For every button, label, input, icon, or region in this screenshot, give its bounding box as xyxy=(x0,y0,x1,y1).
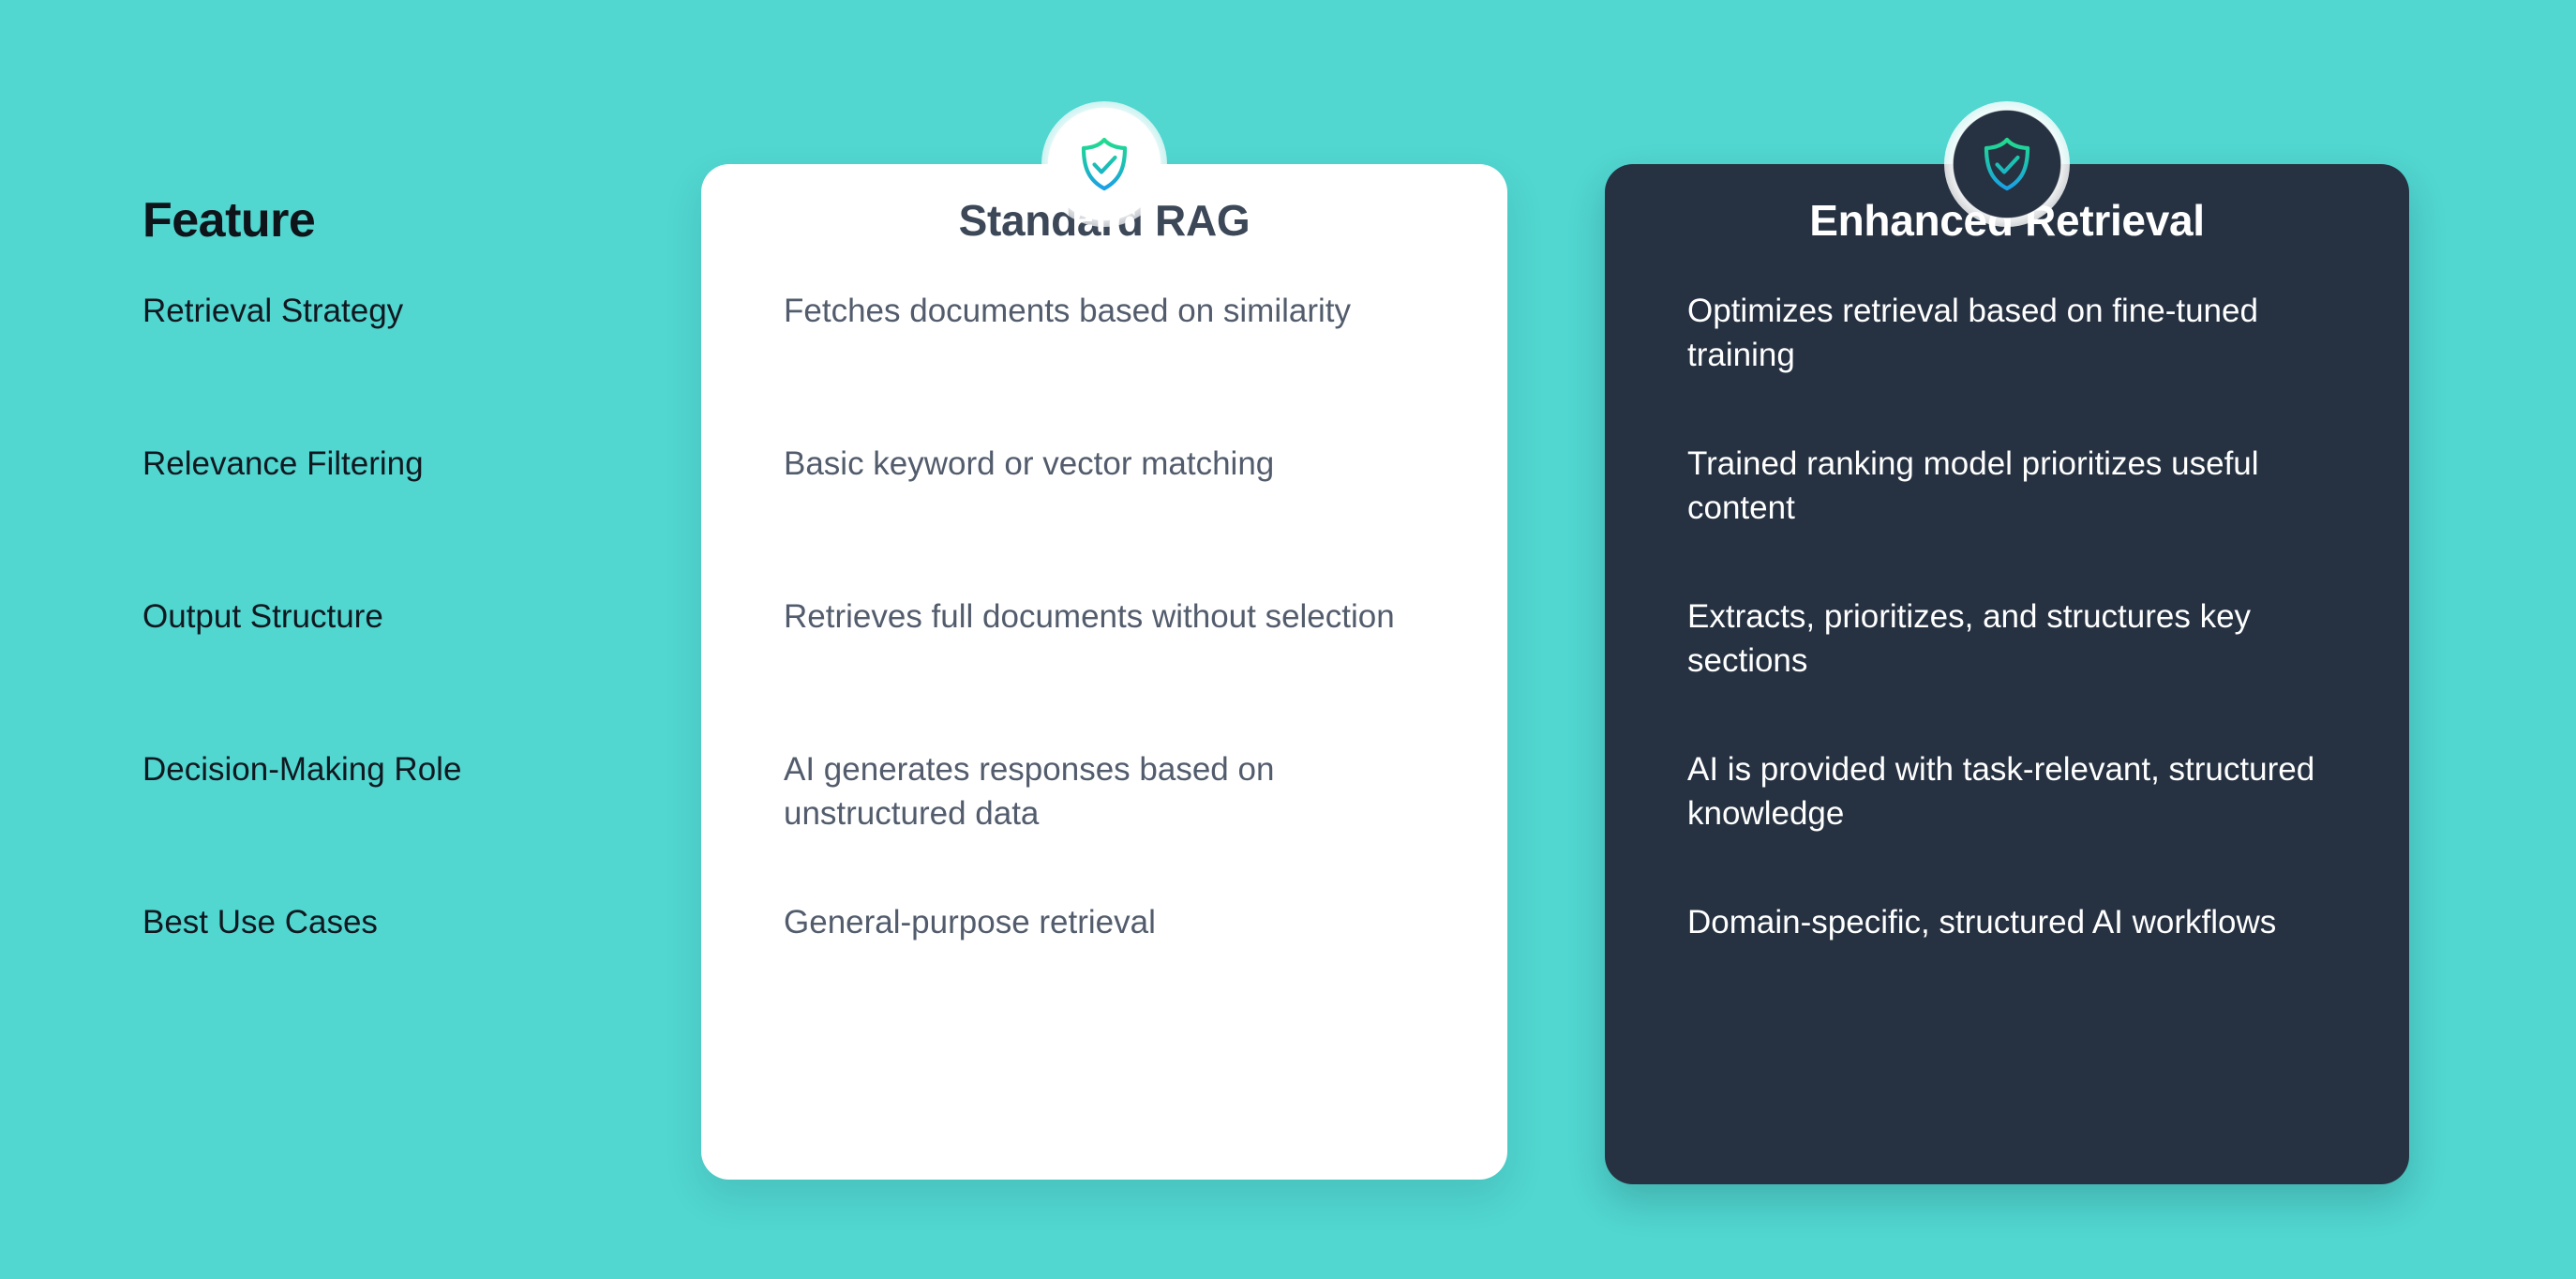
standard-rag-card: Standard RAG Fetches documents based on … xyxy=(701,101,1507,1180)
feature-row-label: Best Use Cases xyxy=(142,904,378,940)
enhanced-retrieval-rows: Optimizes retrieval based on fine-tuned … xyxy=(1605,277,2409,1041)
enhanced-retrieval-row: AI is provided with task-relevant, struc… xyxy=(1687,751,2315,832)
enhanced-retrieval-row: Extracts, prioritizes, and structures ke… xyxy=(1687,598,2252,679)
enhanced-retrieval-card: Enhanced Retrieval Optimizes retrieval b… xyxy=(1605,101,2409,1184)
standard-rag-rows: Fetches documents based on similarity Ba… xyxy=(701,277,1507,1041)
shield-check-icon xyxy=(1078,136,1131,192)
feature-column: Feature Retrieval Strategy Relevance Fil… xyxy=(142,164,667,1041)
enhanced-retrieval-row: Domain-specific, structured AI workflows xyxy=(1687,904,2277,940)
feature-row-labels: Retrieval Strategy Relevance Filtering O… xyxy=(142,277,667,1041)
standard-rag-row: AI generates responses based on unstruct… xyxy=(784,751,1275,832)
standard-rag-row: Basic keyword or vector matching xyxy=(784,445,1275,482)
feature-row-label: Output Structure xyxy=(142,598,383,635)
enhanced-retrieval-badge xyxy=(1944,101,2070,227)
shield-check-icon xyxy=(1981,136,2033,192)
standard-rag-row: Fetches documents based on similarity xyxy=(784,293,1351,329)
standard-rag-row: General-purpose retrieval xyxy=(784,904,1156,940)
feature-row-label: Relevance Filtering xyxy=(142,445,424,482)
enhanced-retrieval-row: Trained ranking model prioritizes useful… xyxy=(1687,445,2259,526)
standard-rag-row: Retrieves full documents without selecti… xyxy=(784,598,1395,635)
feature-column-heading: Feature xyxy=(142,193,316,248)
standard-rag-badge xyxy=(1041,101,1167,227)
feature-row-label: Retrieval Strategy xyxy=(142,293,404,329)
feature-row-label: Decision-Making Role xyxy=(142,751,462,788)
comparison-infographic: Feature Retrieval Strategy Relevance Fil… xyxy=(0,0,2576,1279)
enhanced-retrieval-row: Optimizes retrieval based on fine-tuned … xyxy=(1687,293,2258,373)
